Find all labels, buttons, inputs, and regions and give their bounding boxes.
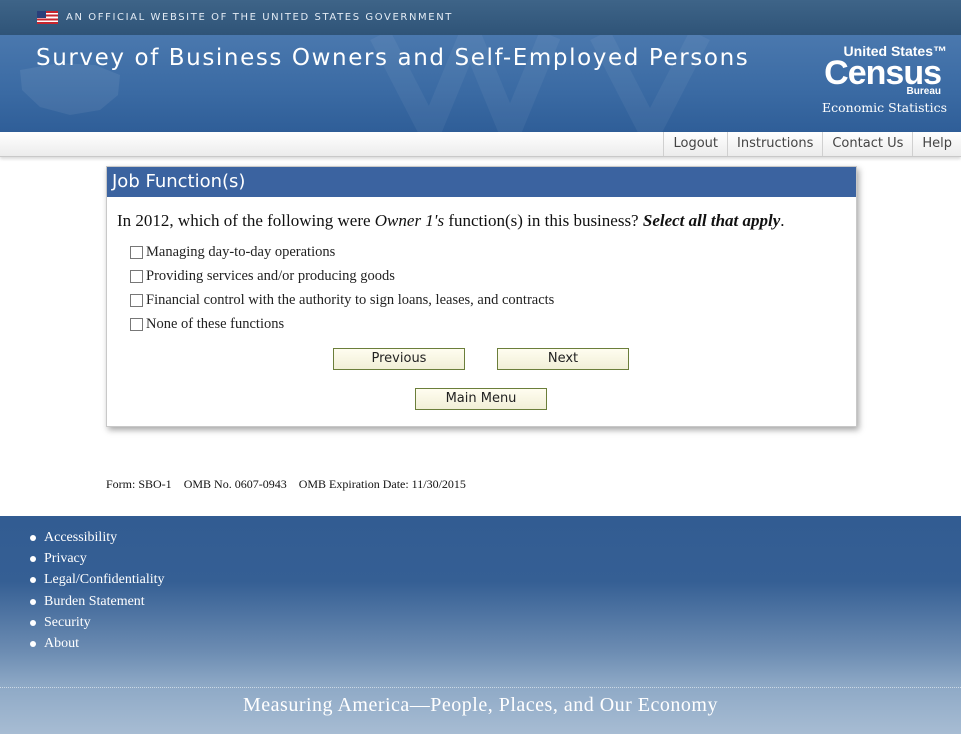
footer-link-label: Privacy	[44, 550, 87, 566]
main-menu-button[interactable]: Main Menu	[415, 388, 547, 410]
option-label: Financial control with the authority to …	[146, 292, 555, 308]
official-site-notice: AN OFFICIAL WEBSITE OF THE UNITED STATES…	[66, 12, 453, 23]
question-instruction: Select all that apply	[642, 211, 781, 230]
bullet-icon	[30, 619, 36, 626]
footer-link-label: Legal/Confidentiality	[44, 572, 165, 588]
nav-logout[interactable]: Logout	[663, 132, 727, 156]
option-label: None of these functions	[146, 316, 285, 332]
question-owner: Owner 1's	[374, 211, 445, 230]
gov-bar: AN OFFICIAL WEBSITE OF THE UNITED STATES…	[0, 0, 961, 35]
question-part: In 2012, which of the following were	[117, 211, 375, 230]
footer-link-label: Burden Statement	[44, 593, 145, 609]
question-part: function(s) in this business?	[444, 211, 643, 230]
census-logo[interactable]: United States™ Census Bureau Economic St…	[807, 43, 947, 123]
option-none[interactable]: None of these functions	[130, 316, 284, 333]
footer-link-burden[interactable]: Burden Statement	[30, 591, 165, 612]
checkbox[interactable]	[130, 270, 143, 283]
bullet-icon	[30, 534, 36, 541]
footer-divider	[0, 687, 961, 688]
option-managing[interactable]: Managing day-to-day operations	[130, 244, 335, 261]
checkbox[interactable]	[130, 246, 143, 259]
footer-link-accessibility[interactable]: Accessibility	[30, 527, 165, 548]
option-financial-control[interactable]: Financial control with the authority to …	[130, 292, 554, 309]
form-info: Form: SBO-1 OMB No. 0607-0943 OMB Expira…	[106, 477, 466, 492]
card-title: Job Function(s)	[107, 167, 856, 197]
footer-tagline: Measuring America—People, Places, and Ou…	[243, 694, 718, 716]
next-button[interactable]: Next	[497, 348, 629, 370]
option-label: Managing day-to-day operations	[146, 244, 336, 260]
footer-link-security[interactable]: Security	[30, 612, 165, 633]
logo-line-census: Census	[824, 54, 942, 92]
footer-link-label: Accessibility	[44, 529, 118, 545]
footer-link-legal[interactable]: Legal/Confidentiality	[30, 570, 165, 591]
omb-number: OMB No. 0607-0943	[183, 477, 287, 491]
bullet-icon	[30, 555, 36, 562]
footer-link-privacy[interactable]: Privacy	[30, 548, 165, 569]
checkbox[interactable]	[130, 318, 143, 331]
question-part: .	[780, 211, 785, 230]
omb-expiration: OMB Expiration Date: 11/30/2015	[298, 477, 466, 491]
nav-help[interactable]: Help	[912, 132, 961, 156]
previous-button[interactable]: Previous	[333, 348, 465, 370]
footer-link-label: Security	[44, 614, 91, 630]
question-card: Job Function(s) In 2012, which of the fo…	[106, 166, 857, 427]
site-banner: Survey of Business Owners and Self-Emplo…	[0, 35, 961, 132]
footer-link-label: About	[44, 636, 79, 652]
footer-link-about[interactable]: About	[30, 633, 165, 654]
top-nav: Logout Instructions Contact Us Help	[0, 132, 961, 157]
bullet-icon	[30, 641, 36, 648]
us-flag-icon	[37, 11, 58, 24]
question-text: In 2012, which of the following were Own…	[117, 211, 785, 231]
footer: Accessibility Privacy Legal/Confidential…	[0, 516, 961, 734]
bullet-icon	[30, 577, 36, 584]
nav-instructions[interactable]: Instructions	[727, 132, 822, 156]
option-providing[interactable]: Providing services and/or producing good…	[130, 268, 395, 285]
form-number: Form: SBO-1	[106, 477, 172, 491]
bullet-icon	[30, 598, 36, 605]
option-label: Providing services and/or producing good…	[146, 268, 395, 284]
footer-links: Accessibility Privacy Legal/Confidential…	[30, 527, 165, 655]
site-title: Survey of Business Owners and Self-Emplo…	[36, 45, 750, 71]
nav-contact-us[interactable]: Contact Us	[822, 132, 912, 156]
logo-line-economic-statistics: Economic Statistics	[822, 100, 947, 115]
checkbox[interactable]	[130, 294, 143, 307]
